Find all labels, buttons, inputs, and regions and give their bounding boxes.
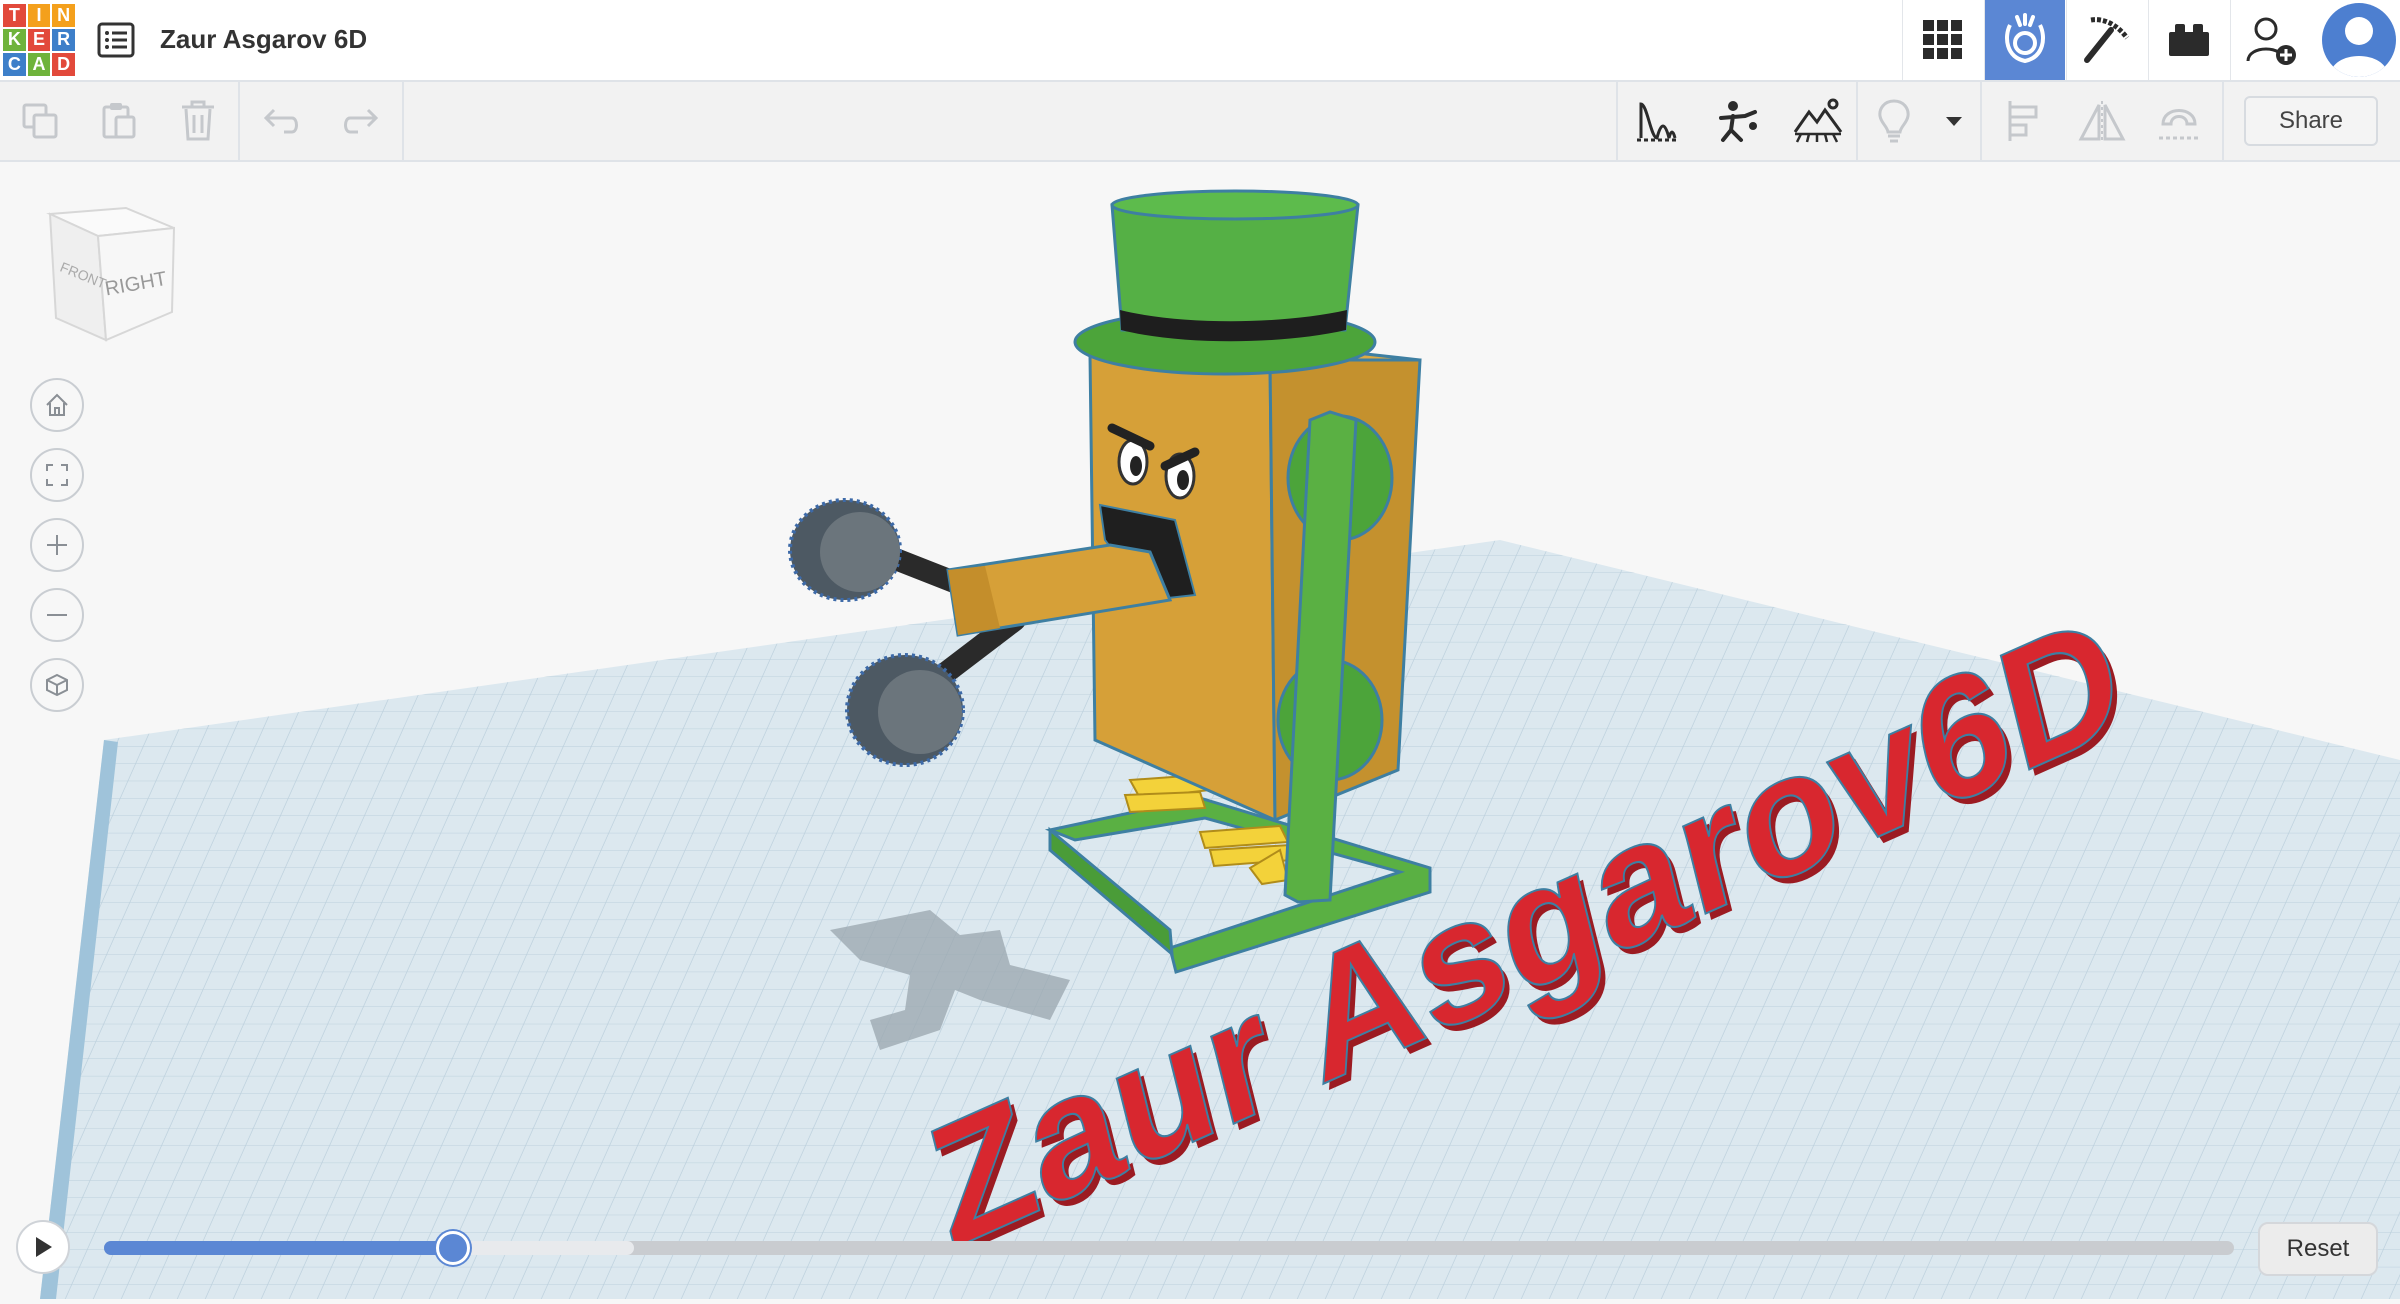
sim-lab-icon xyxy=(2005,13,2045,64)
logo-letter: E xyxy=(27,28,51,52)
play-icon xyxy=(36,1237,52,1257)
play-button[interactable] xyxy=(16,1220,70,1274)
align-icon xyxy=(2008,101,2038,141)
terrain-button[interactable] xyxy=(1788,82,1848,160)
logo-letter: D xyxy=(52,53,75,76)
redo-button[interactable] xyxy=(330,82,390,160)
lighting-button[interactable] xyxy=(1866,82,1922,160)
blocks-pickaxe-icon xyxy=(2084,17,2130,63)
add-user-icon xyxy=(2246,17,2296,65)
reset-button[interactable]: Reset xyxy=(2258,1222,2378,1276)
bricks-button[interactable] xyxy=(2148,0,2229,80)
caret-down-icon xyxy=(1946,117,1962,126)
tinkercad-logo[interactable]: T I N K E R C A D xyxy=(3,4,75,76)
green-top-hat xyxy=(1073,189,1377,376)
logo-letter: A xyxy=(27,53,51,76)
timeline-progress xyxy=(104,1241,453,1255)
physics-bounce-button[interactable] xyxy=(1628,82,1688,160)
minus-icon xyxy=(47,614,67,616)
logo-letter: C xyxy=(3,53,26,76)
share-button[interactable]: Share xyxy=(2244,96,2378,146)
copy-icon xyxy=(22,103,58,139)
toolbar-separator xyxy=(402,82,404,160)
delete-button[interactable] xyxy=(168,82,228,160)
cube-icon xyxy=(46,673,68,697)
invite-collaborator-button[interactable] xyxy=(2230,0,2311,80)
bounce-trajectory-icon xyxy=(1637,102,1679,142)
toolbar-separator xyxy=(2222,82,2224,160)
logo-letter: N xyxy=(52,4,75,27)
edit-toolbar: Share xyxy=(0,82,2400,162)
lightbulb-icon xyxy=(1878,99,1910,143)
zoom-out-button[interactable] xyxy=(30,588,84,642)
cruise-button[interactable] xyxy=(2150,82,2210,160)
design-title[interactable]: Zaur Asgarov 6D xyxy=(160,24,367,55)
paste-icon xyxy=(102,103,136,139)
home-icon xyxy=(46,393,68,416)
toolbar-separator xyxy=(238,82,240,160)
paste-button[interactable] xyxy=(88,82,148,160)
3d-design-button[interactable] xyxy=(1902,0,1983,80)
plus-icon xyxy=(47,535,67,555)
avatar-person-icon xyxy=(2330,17,2388,77)
mountains-grid-icon xyxy=(1793,98,1843,143)
redo-icon xyxy=(344,108,379,134)
toolbar-separator xyxy=(1980,82,1982,160)
person-push-icon xyxy=(1719,101,1757,142)
perspective-toggle-button[interactable] xyxy=(30,658,84,712)
undo-button[interactable] xyxy=(252,82,312,160)
magnet-icon xyxy=(2159,109,2201,140)
top-bar: T I N K E R C A D Zaur Asgarov 6D xyxy=(0,0,2400,82)
codeblocks-button[interactable] xyxy=(2066,0,2147,80)
logo-letter: R xyxy=(52,28,75,52)
timeline-scrubber-handle[interactable] xyxy=(436,1231,470,1265)
timeline-track[interactable] xyxy=(104,1241,2234,1255)
explosion-button[interactable] xyxy=(1708,82,1768,160)
user-avatar[interactable] xyxy=(2322,3,2396,77)
logo-letter: I xyxy=(27,4,51,27)
home-view-button[interactable] xyxy=(30,378,84,432)
sim-lab-button[interactable] xyxy=(1984,0,2065,80)
trash-icon xyxy=(182,100,214,141)
mirror-icon xyxy=(2078,101,2126,143)
fit-frame-icon xyxy=(46,464,68,486)
3d-design-grid-icon xyxy=(1923,20,1962,59)
copy-button[interactable] xyxy=(10,82,70,160)
logo-letter: K xyxy=(3,28,26,52)
toolbar-separator xyxy=(1616,82,1618,160)
mirror-button[interactable] xyxy=(2072,82,2132,160)
zoom-in-button[interactable] xyxy=(30,518,84,572)
lower-boxing-glove xyxy=(845,653,965,767)
undo-icon xyxy=(263,108,298,134)
view-cube[interactable]: FRONT RIGHT xyxy=(36,200,186,350)
toolbar-separator xyxy=(1856,82,1858,160)
design-list-icon[interactable] xyxy=(96,20,136,60)
upper-boxing-glove xyxy=(788,498,902,602)
logo-letter: T xyxy=(3,4,26,27)
bricks-icon xyxy=(2169,24,2209,56)
workplane-viewport[interactable]: Zaur Asgarov6D Zaur Asgarov6D FRONT RIGH… xyxy=(0,162,2400,1299)
scene-render: Zaur Asgarov6D Zaur Asgarov6D xyxy=(40,189,2400,1299)
align-button[interactable] xyxy=(1994,82,2054,160)
lighting-dropdown[interactable] xyxy=(1928,82,1980,160)
fit-view-button[interactable] xyxy=(30,448,84,502)
